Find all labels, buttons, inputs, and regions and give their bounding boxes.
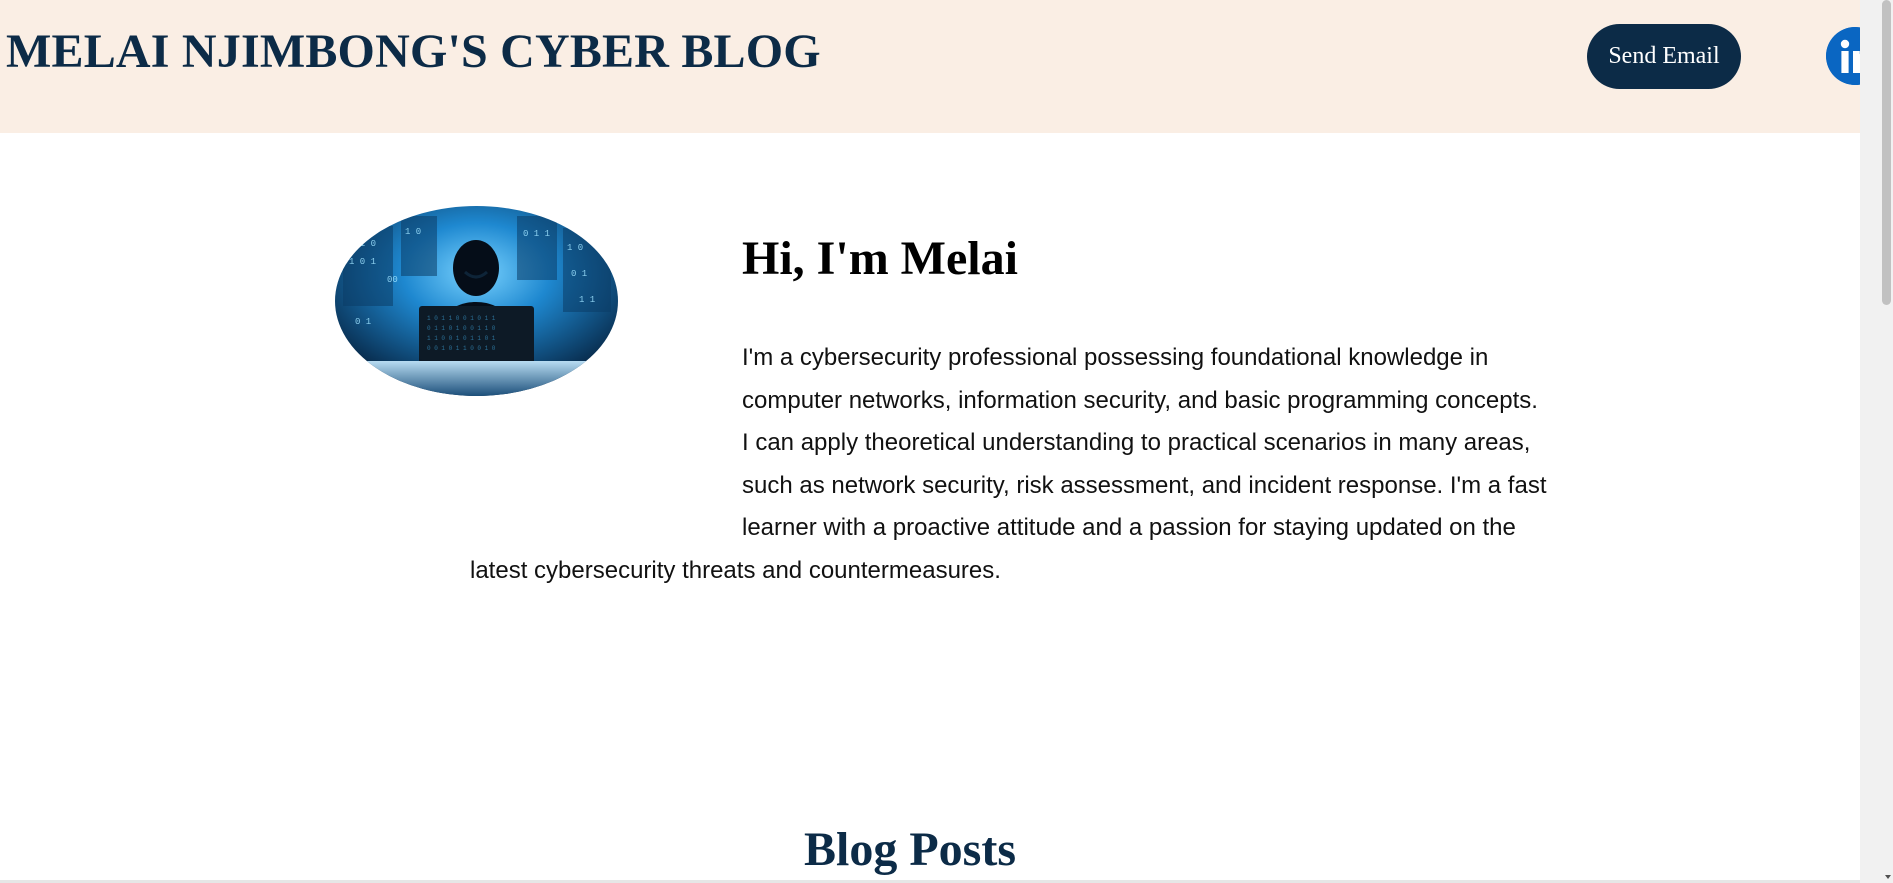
scrollbar-thumb[interactable] — [1882, 0, 1891, 305]
svg-text:00: 00 — [387, 275, 398, 285]
greeting-heading: Hi, I'm Melai — [742, 232, 1018, 285]
site-header: MELAI NJIMBONG'S CYBER BLOG Send Email — [0, 0, 1860, 133]
svg-text:1 1: 1 1 — [579, 295, 595, 305]
linkedin-link[interactable] — [1826, 27, 1860, 85]
svg-text:1 0 1: 1 0 1 — [349, 257, 376, 267]
svg-text:1 0 1 1 0 0 1 0 1 1: 1 0 1 1 0 0 1 0 1 1 — [427, 315, 496, 322]
send-email-button[interactable]: Send Email — [1587, 24, 1741, 89]
svg-text:1 0: 1 0 — [567, 243, 583, 253]
svg-text:0 1: 0 1 — [571, 269, 587, 279]
scroll-down-arrow-icon[interactable] — [1885, 875, 1891, 879]
svg-text:0 1 0: 0 1 0 — [349, 239, 376, 249]
svg-text:0 1: 0 1 — [355, 317, 371, 327]
site-title: MELAI NJIMBONG'S CYBER BLOG — [6, 25, 821, 78]
bio-section: I'm a cybersecurity professional possess… — [470, 337, 1550, 592]
vertical-scrollbar[interactable] — [1860, 0, 1893, 883]
svg-text:1 0: 1 0 — [405, 227, 421, 237]
svg-text:0 1 1 0 1 0 0 1 1 0: 0 1 1 0 1 0 0 1 1 0 — [427, 325, 496, 332]
linkedin-icon — [1826, 27, 1860, 85]
page: MELAI NJIMBONG'S CYBER BLOG Send Email 0… — [0, 0, 1860, 883]
bio-float-spacer — [470, 337, 742, 549]
blog-posts-heading: Blog Posts — [803, 823, 1016, 876]
svg-text:0 1 1: 0 1 1 — [523, 229, 550, 239]
